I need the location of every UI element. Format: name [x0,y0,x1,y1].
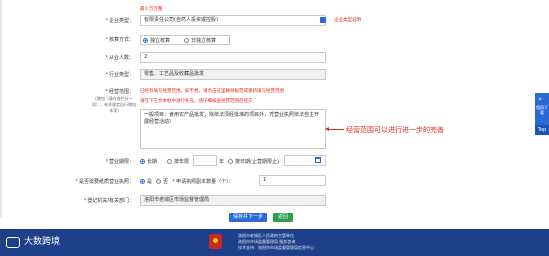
scope-hint-1: 已经有填写经营范围，如不想，请点击这里删除规范或重新填写经营范围 [140,89,284,94]
logo-icon [6,237,20,248]
right-float-expand[interactable]: 相同下载 [536,105,548,115]
enterprise-type-label: *企业类型： [105,18,134,24]
double-chevron-icon: » [538,95,543,103]
footer-line-3[interactable]: 技术支持：洛阳市市场监督管理局信息中心 [238,245,314,251]
authority-field[interactable]: 洛阳市老城区市场监督管理局 [140,195,326,206]
radio-icon [228,159,233,164]
enterprise-type-note[interactable]: 企业类型说明 [334,17,361,23]
scope-label: *经营范围： [105,89,134,95]
annotation-arrow-icon [325,127,329,131]
license-option-yes[interactable]: 是 [140,178,152,185]
accounting-option-dependent[interactable]: 非独立核算 [184,37,216,44]
emblem-icon [209,234,222,249]
scope-annotation: 经营范围可以进行进一步的完善 [346,126,444,134]
left-edge-bar [0,0,2,218]
term-option-date[interactable]: 按日期(止营期限止) [228,158,279,165]
employees-label: *从业人数： [105,55,134,61]
authority-label: *登记机关/有关部门： [83,198,134,204]
license-copies-label: * 申请执照副本数量（个）： [172,179,234,185]
industry-label: *行业类型： [105,72,134,78]
radio-selected-icon [140,159,145,164]
back-button[interactable]: 返回 [273,213,293,222]
license-copies-input[interactable]: 1 [259,175,326,186]
back-to-top-button[interactable]: Top [535,125,549,135]
accounting-label: *核算方式： [105,37,134,43]
term-option-long[interactable]: 长期 [140,158,157,165]
footer: 大数跨境 洛阳市老城区人民政府主管单位 洛阳市市场监督管理局 服务咨询 技术支持… [0,229,549,256]
accounting-option-independent[interactable]: 独立核算 [143,37,170,44]
scope-hint-2: 请在下方文本框中进行补充，请仔细核查经营范围后提交 [140,99,253,104]
capital-hint: 最少万元整 [140,7,163,12]
radio-icon [167,159,172,164]
term-option-years[interactable]: 按年限 [167,158,189,165]
save-next-button[interactable]: 保存并下一步 [229,213,267,222]
select-icon[interactable] [320,17,326,23]
license-option-no[interactable]: 否 [156,178,168,185]
annotation-arrow-line [328,129,344,130]
calendar-icon[interactable] [315,157,321,163]
license-label: *是否需要纸质营业执照： [75,179,134,185]
enterprise-type-field[interactable]: 有限责任公司(自然人投资或控股) [140,15,326,26]
radio-icon [156,179,161,184]
radio-icon [184,38,189,43]
logo-text: 大数跨境 [24,237,61,247]
term-label: *营业期限： [105,159,134,165]
industry-field[interactable]: 零售、工艺品及收藏品批发 [140,69,326,80]
emblem-star-icon [213,238,218,243]
term-year-unit: 年 [219,159,225,165]
scope-side-note: (增加（请在各栏分一项），有关规定自行增加本项) [92,96,136,113]
scope-textarea[interactable]: 一般项目：食用农产品批发；除依法须经批准的项目外，凭营业执照依法自主开展经营活动… [140,109,326,149]
radio-selected-icon [140,179,145,184]
radio-selected-icon [143,38,148,43]
term-years-input[interactable] [193,155,217,166]
employees-input[interactable]: 2 [140,52,326,63]
